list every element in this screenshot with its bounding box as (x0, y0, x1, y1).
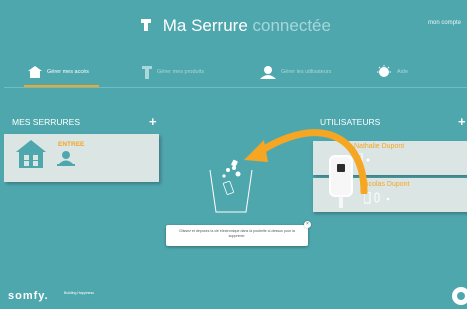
drag-arrow-icon (244, 129, 368, 194)
title-bold: Ma Serrure (162, 16, 248, 35)
scroll-indicator-icon[interactable] (451, 286, 467, 306)
house-icon (28, 66, 42, 78)
title-light: connectée (252, 16, 331, 35)
lock-icon (140, 17, 152, 37)
nav-manage-users[interactable]: Gérer les utilisateurs (260, 58, 331, 86)
brand-tagline: Building Happiness (64, 291, 94, 295)
lightbulb-icon (377, 65, 391, 77)
nav-divider (4, 87, 467, 88)
nav-label: Aide (397, 69, 409, 75)
nav-manage-access[interactable]: Gérer mes accès (24, 58, 99, 87)
lock-name: ENTREE (58, 141, 85, 148)
account-link[interactable]: mon compte (428, 20, 461, 26)
close-icon[interactable]: × (304, 221, 311, 228)
lock-icon (142, 65, 152, 79)
locks-section-title: MES SERRURES (12, 117, 81, 127)
add-lock-button[interactable]: + (149, 115, 157, 128)
add-user-button[interactable]: + (458, 115, 466, 128)
house-icon (16, 140, 46, 168)
nav-label: Gérer mes produits (157, 69, 205, 75)
user-icon (57, 151, 75, 166)
app-frame: Ma Serrure connectée mon compte Gérer me… (4, 4, 467, 309)
info-toast: Glissez et déposez la clé électronique d… (166, 221, 311, 246)
nav-manage-products[interactable]: Gérer mes produits (142, 58, 204, 86)
nav-label: Gérer les utilisateurs (281, 69, 332, 75)
brand-logo: somfy. (8, 290, 49, 302)
trash-bin-icon[interactable] (206, 156, 254, 216)
user-icon (260, 65, 276, 79)
nav-help[interactable]: Aide (376, 58, 408, 86)
app-title: Ma Serrure connectée (4, 16, 467, 37)
toast-message: Glissez et déposez la clé électronique d… (179, 229, 295, 238)
main-nav: Gérer mes accès Gérer mes produits Gérer… (4, 58, 467, 87)
nav-label: Gérer mes accès (47, 69, 89, 75)
